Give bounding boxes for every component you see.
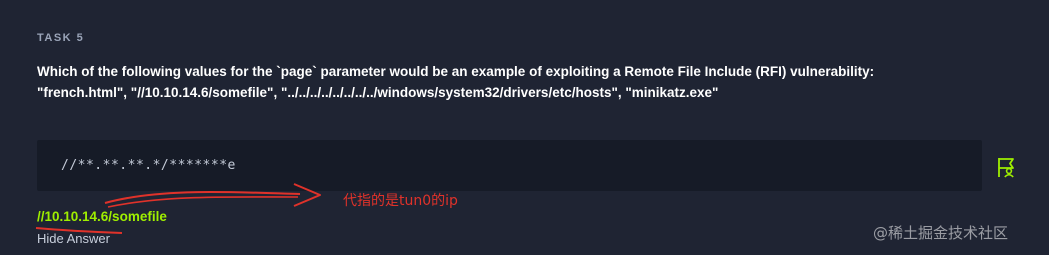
watermark: @稀土掘金技术社区 <box>873 224 1009 242</box>
hide-answer-link[interactable]: Hide Answer <box>37 231 110 246</box>
annotation-arrow <box>104 190 301 204</box>
answer-box <box>37 140 982 191</box>
task-label: TASK 5 <box>37 32 85 44</box>
answer-input[interactable] <box>59 157 763 174</box>
flag-icon[interactable] <box>996 156 1018 178</box>
revealed-answer: //10.10.14.6/somefile <box>37 209 167 224</box>
question-text: Which of the following values for the `p… <box>37 64 875 100</box>
annotation-note: 代指的是tun0的ip <box>343 193 458 209</box>
annotation-arrow-echo <box>107 196 299 208</box>
